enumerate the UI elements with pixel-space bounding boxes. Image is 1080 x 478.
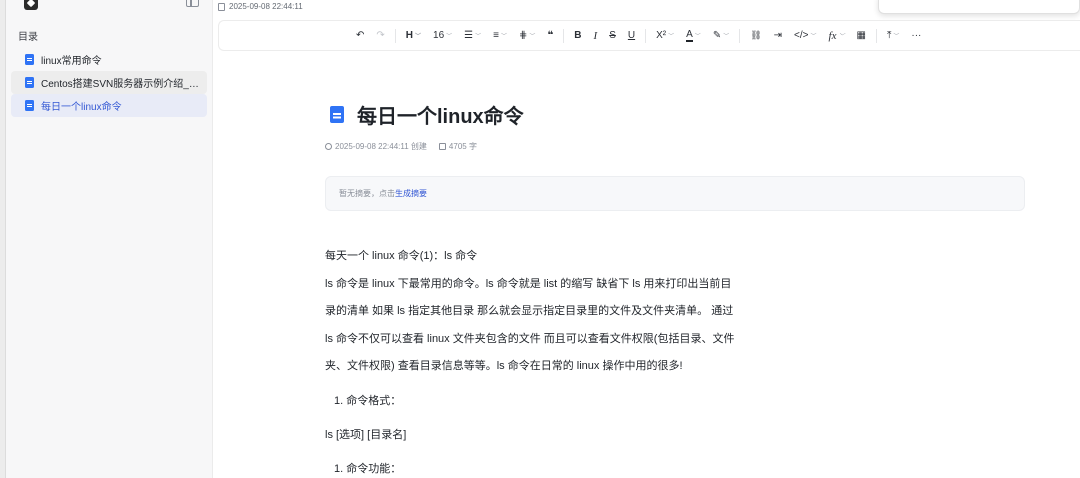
chevron-down-icon: ﹀ (529, 34, 536, 40)
sidebar-item-label: Centos搭建SVN服务器示例介绍_一... (41, 79, 207, 90)
chevron-down-icon: ﹀ (475, 34, 482, 40)
top-popover (878, 0, 1080, 14)
chevron-down-icon: ﹀ (694, 34, 701, 40)
toolbar-divider (875, 28, 877, 43)
doc-list: linux常用命令 Centos搭建SVN服务器示例介绍_一... 每日一个li… (11, 48, 207, 117)
document-title-row: 每日一个linux命令 (330, 100, 524, 129)
paragraph-line: ls 命令是 linux 下最常用的命令。ls 命令就是 list 的缩写 缺省… (325, 277, 732, 290)
editor-toolbar: ↶ ↷ H ﹀ 16 ﹀ ☰ ﹀ ≡ ﹀ ⋕ ﹀ ❝ B I S U X² ﹀ A ﹀ ✎ ﹀ … (218, 20, 1080, 51)
italic-button[interactable]: I (590, 26, 602, 46)
sidebar-item-daily-linux-command[interactable]: 每日一个linux命令 (11, 94, 207, 117)
heading-dropdown[interactable]: H ﹀ (402, 26, 425, 46)
superscript-icon: X² (656, 30, 667, 41)
paragraph-line: 录的清单 如果 ls 指定其他目录 那么就会显示指定目录里的文件及文件夹清单。 … (325, 305, 734, 318)
document-icon (25, 77, 34, 88)
clock-icon (325, 143, 332, 150)
header-timestamp-text: 2025-09-08 22:44:11 (229, 2, 303, 11)
generate-summary-link[interactable]: 生成摘要 (395, 188, 427, 199)
sidebar-item-label: linux常用命令 (41, 56, 102, 67)
word-count-icon (438, 143, 446, 150)
highlighter-icon: ✎ (712, 30, 722, 41)
sidebar: 目录 linux常用命令 Centos搭建SVN服务器示例介绍_一... 每日一… (6, 0, 213, 478)
code-dropdown[interactable]: </> ﹀ (790, 26, 820, 46)
summary-prefix: 暂无摘要，点击 (339, 189, 395, 198)
highlight-dropdown[interactable]: ✎ ﹀ (709, 26, 733, 46)
align-dropdown[interactable]: ≡ ﹀ (489, 26, 511, 46)
sidebar-item-centos-svn[interactable]: Centos搭建SVN服务器示例介绍_一... (11, 71, 207, 94)
created-at: 2025-09-08 22:44:11 创建 (335, 142, 427, 151)
formula-icon: fx (828, 29, 837, 42)
document-icon (25, 54, 34, 65)
chevron-down-icon: ﹀ (446, 34, 453, 40)
indent-button[interactable]: ⇥ (770, 26, 786, 46)
superscript-dropdown[interactable]: X² ﹀ (652, 26, 678, 46)
content-heading-line: 每天一个 linux 命令(1)：ls 命令 (325, 250, 478, 262)
list-item: 1. 命令功能： (334, 462, 402, 475)
toc-title: 目录 (18, 32, 38, 43)
chevron-down-icon: ﹀ (415, 34, 422, 40)
document-body[interactable]: 每天一个 linux 命令(1)：ls 命令 ls 命令是 linux 下最常用… (325, 243, 755, 478)
underline-button[interactable]: U (624, 26, 639, 46)
chevron-down-icon: ﹀ (668, 34, 675, 40)
link-icon: ⛓ (750, 30, 762, 40)
undo-button[interactable]: ↶ (352, 26, 368, 46)
save-icon (218, 2, 225, 11)
sidebar-item-linux-common-commands[interactable]: linux常用命令 (11, 48, 207, 71)
sidebar-toggle-icon[interactable] (186, 0, 199, 7)
font-color-dropdown[interactable]: A ﹀ (682, 26, 705, 46)
chevron-down-icon: ﹀ (838, 34, 845, 40)
document-icon (25, 100, 34, 111)
sidebar-item-label: 每日一个linux命令 (41, 102, 122, 113)
font-size-value: 16 (433, 30, 445, 41)
summary-box: 暂无摘要，点击 生成摘要 (325, 176, 1025, 211)
table-button[interactable]: ▦ (853, 26, 870, 46)
quote-button[interactable]: ❝ (543, 26, 557, 46)
font-color-icon: A (686, 28, 693, 42)
line-spacing-dropdown[interactable]: ⋕ ﹀ (515, 26, 539, 46)
insert-dropdown[interactable]: ⤒ ﹀ (883, 26, 903, 46)
sidebar-header (6, 0, 213, 20)
chevron-down-icon: ﹀ (893, 34, 900, 40)
list-dropdown[interactable]: ☰ ﹀ (460, 26, 485, 46)
more-button[interactable]: ··· (907, 26, 925, 46)
word-count: 4705 字 (448, 142, 477, 151)
app-logo-icon[interactable] (24, 0, 38, 10)
line-spacing-icon: ⋕ (519, 30, 528, 41)
header-timestamp: 2025-09-08 22:44:11 (218, 2, 303, 11)
align-left-icon: ≡ (493, 30, 499, 41)
document-icon (330, 106, 344, 123)
chevron-down-icon: ﹀ (723, 34, 730, 40)
toolbar-divider (394, 28, 396, 43)
paragraph-line: ls 命令不仅可以查看 linux 文件夹包含的文件 而且可以查看文件权限(包括… (325, 332, 735, 345)
toolbar-divider (739, 28, 741, 43)
strikethrough-button[interactable]: S (605, 26, 620, 46)
font-size-dropdown[interactable]: 16 ﹀ (429, 26, 456, 46)
list-icon: ☰ (464, 30, 474, 41)
code-icon: </> (794, 30, 809, 41)
upload-icon: ⤒ (886, 30, 892, 41)
paragraph-line: 夹、文件权限) 查看目录信息等等。ls 命令在日常的 linux 操作中用的很多… (325, 360, 683, 373)
page-title[interactable]: 每日一个linux命令 (357, 100, 524, 129)
heading-label: H (405, 30, 414, 41)
bold-button[interactable]: B (570, 26, 585, 46)
syntax-line: ls [选项] [目录名] (325, 428, 407, 441)
list-item: 1. 命令格式： (334, 394, 402, 407)
formula-dropdown[interactable]: fx ﹀ (825, 26, 849, 46)
toolbar-divider (563, 28, 565, 43)
link-button[interactable]: ⛓ (746, 26, 765, 46)
chevron-down-icon: ﹀ (810, 34, 817, 40)
chevron-down-icon: ﹀ (501, 34, 508, 40)
toolbar-divider (645, 28, 647, 43)
document-meta: 2025-09-08 22:44:11 创建 4705 字 (325, 141, 477, 152)
redo-button[interactable]: ↷ (372, 26, 388, 46)
